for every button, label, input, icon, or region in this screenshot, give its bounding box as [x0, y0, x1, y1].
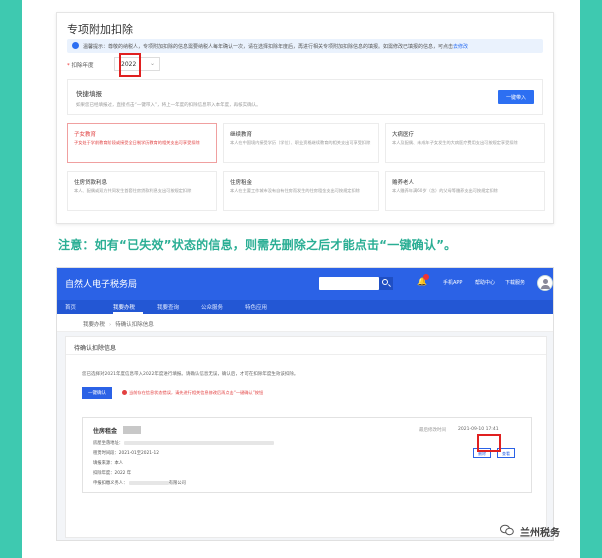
nav-public-service[interactable]: 公众服务 — [201, 303, 223, 311]
field-label: 扣除年度： — [93, 471, 115, 476]
main-nav: 首页 我要办税 我要查询 公众服务 特色应用 — [57, 300, 553, 314]
quick-fill-desc: 如果您已经填报过，直接点击“一键带入”，将上一年度的扣除信息带入本年度，再核实确… — [76, 103, 261, 108]
chevron-down-icon: ⌄ — [149, 60, 155, 67]
import-button[interactable]: 一键带入 — [498, 90, 534, 104]
record-time-value: 2021-09-10 17:41 — [458, 427, 499, 432]
card-continuing-education[interactable]: 继续教育 本人在中国境内接受学历（学位）、职业资格继续教育的相关支出可享受扣除 — [223, 123, 379, 163]
chevron-right-icon: › — [109, 322, 112, 328]
field-label: 填报来源： — [93, 461, 115, 466]
top-bar: 自然人电子税务局 🔔 手机APP 帮助中心 下载服务 — [57, 268, 553, 300]
card-desc: 本人、配偶或双方共同发生首套住房贷款利息支出可按规定扣除 — [74, 188, 192, 193]
highlight-box-year — [119, 53, 141, 77]
redacted-value — [128, 480, 169, 485]
card-desc: 本人在中国境内接受学历（学位）、职业资格继续教育的相关支出可享受扣除 — [230, 140, 371, 145]
mobile-app-link[interactable]: 手机APP — [443, 279, 462, 286]
nav-featured[interactable]: 特色应用 — [245, 303, 267, 311]
quick-fill-title: 快捷填报 — [76, 90, 102, 98]
deduction-year-label-text: 扣除年度 — [71, 63, 94, 69]
caption-note: 注意：如有“已失效”状态的信息，则需先删除之后才能点击“一键确认”。 — [58, 238, 457, 252]
panel-title: 待确认扣除信息 — [66, 337, 546, 355]
record-address: 房屋坐落地址： — [93, 440, 275, 446]
card-elderly-support[interactable]: 赡养老人 本人赡养年满60岁（含）的父母等赡养支出可按规定扣除 — [385, 171, 545, 211]
card-title: 住房贷款利息 — [74, 180, 108, 186]
one-click-confirm-button[interactable]: 一键确认 — [82, 387, 112, 399]
info-icon — [72, 42, 79, 49]
field-value: 2021-01至2021-12 — [118, 451, 159, 456]
watermark-text: 兰州税务 — [520, 528, 560, 539]
card-housing-loan[interactable]: 住房贷款利息 本人、配偶或双方共同发生首套住房贷款利息支出可按规定扣除 — [67, 171, 217, 211]
status-warning: 当前存在信息状态错误，请先进行相关信息修改后再点击“一键确认”按钮 — [122, 390, 263, 396]
card-title: 住房租金 — [230, 180, 253, 186]
pending-panel: 待确认扣除信息 您已选择对2021年度信息带入2022年度进行填报。请确认信息无… — [65, 336, 547, 538]
breadcrumb: 我要办税 › 待确认扣除信息 — [57, 314, 553, 332]
nav-home[interactable]: 首页 — [65, 303, 76, 311]
site-brand[interactable]: 自然人电子税务局 — [65, 277, 137, 290]
field-label: 申报扣缴义务人： — [93, 481, 128, 486]
panel-desc: 您已选择对2021年度信息带入2022年度进行填报。请确认信息无误，确认后，才可… — [82, 372, 299, 377]
nav-query[interactable]: 我要查询 — [157, 303, 179, 311]
record-year: 扣除年度：2022 年 — [93, 470, 131, 476]
card-title: 子女教育 — [74, 132, 97, 138]
card-desc: 本人在主要工作城市没有自有住房而发生的住房租金支出可按规定扣除 — [230, 188, 360, 193]
notification-badge — [423, 274, 429, 280]
wechat-icon — [500, 524, 514, 536]
required-mark: * — [67, 63, 70, 69]
search-icon — [382, 279, 388, 285]
left-frame-border — [0, 0, 22, 558]
quick-fill-panel: 快捷填报 如果您已经填报过，直接点击“一键带入”，将上一年度的扣除信息带入本年度… — [67, 79, 543, 115]
card-child-education[interactable]: 子女教育 子女处于学前教育阶段或接受全日制学历教育的相关支出可享受扣除 — [67, 123, 217, 163]
tip-text: 温馨提示：尊敬的纳税人，专项附加扣除的信息需要纳税人每年确认一次，请在选择扣除年… — [83, 44, 454, 50]
record-title: 住房租金 — [93, 428, 118, 435]
avatar[interactable] — [537, 275, 553, 291]
highlight-box-delete — [477, 434, 501, 452]
breadcrumb-item[interactable]: 我要办税 — [83, 322, 105, 328]
field-label: 房屋坐落地址： — [93, 441, 124, 446]
card-title: 赡养老人 — [392, 180, 415, 186]
record-withholder: 申报扣缴义务人： 有限公司 — [93, 480, 186, 486]
breadcrumb-item-current: 待确认扣除信息 — [115, 322, 154, 328]
field-value: 本人 — [114, 461, 124, 466]
card-housing-rent[interactable]: 住房租金 本人在主要工作城市没有自有住房而发生的住房租金支出可按规定扣除 — [223, 171, 379, 211]
redacted-value — [124, 440, 275, 445]
field-value: 有限公司 — [168, 481, 186, 486]
record-time-label: 最后修改时间 — [419, 428, 446, 433]
download-link[interactable]: 下载服务 — [505, 279, 525, 286]
search-button[interactable] — [379, 277, 393, 290]
right-frame-border — [580, 0, 602, 558]
record-period: 租赁时间段：2021-01至2021-12 — [93, 450, 159, 456]
card-title: 继续教育 — [230, 132, 253, 138]
record-source: 填报来源：本人 — [93, 460, 123, 466]
help-center-link[interactable]: 帮助中心 — [475, 279, 495, 286]
card-serious-illness[interactable]: 大病医疗 本人及配偶、未成年子女发生的大病医疗费用支出可按规定享受扣除 — [385, 123, 545, 163]
confirm-deduction-screenshot: 自然人电子税务局 🔔 手机APP 帮助中心 下载服务 首页 我要办税 我要查询 … — [56, 267, 554, 541]
status-badge — [123, 426, 141, 434]
tip-modify-link[interactable]: 去修改 — [453, 44, 468, 50]
page-title: 专项附加扣除 — [67, 23, 133, 36]
card-desc: 子女处于学前教育阶段或接受全日制学历教育的相关支出可享受扣除 — [74, 140, 200, 145]
card-title: 大病医疗 — [392, 132, 415, 138]
tip-banner: 温馨提示：尊敬的纳税人，专项附加扣除的信息需要纳税人每年确认一次，请在选择扣除年… — [67, 39, 543, 53]
card-desc: 本人赡养年满60岁（含）的父母等赡养支出可按规定扣除 — [392, 188, 498, 193]
field-value: 2022 年 — [114, 471, 132, 476]
field-label: 租赁时间段： — [93, 451, 119, 456]
content-area: 专项附加扣除 温馨提示：尊敬的纳税人，专项附加扣除的信息需要纳税人每年确认一次，… — [22, 0, 580, 558]
special-deduction-screenshot: 专项附加扣除 温馨提示：尊敬的纳税人，专项附加扣除的信息需要纳税人每年确认一次，… — [56, 12, 554, 224]
nav-tax-handling[interactable]: 我要办税 — [113, 303, 135, 311]
warning-text: 当前存在信息状态错误，请先进行相关信息修改后再点击“一键确认”按钮 — [129, 390, 264, 395]
warning-icon — [122, 390, 127, 395]
deduction-year-label: * 扣除年度 — [67, 61, 94, 69]
search-input[interactable] — [319, 277, 379, 290]
deduction-record-card: 住房租金 最后修改时间 2021-09-10 17:41 房屋坐落地址： 租赁时… — [82, 417, 532, 493]
card-desc: 本人及配偶、未成年子女发生的大病医疗费用支出可按规定享受扣除 — [392, 140, 518, 145]
